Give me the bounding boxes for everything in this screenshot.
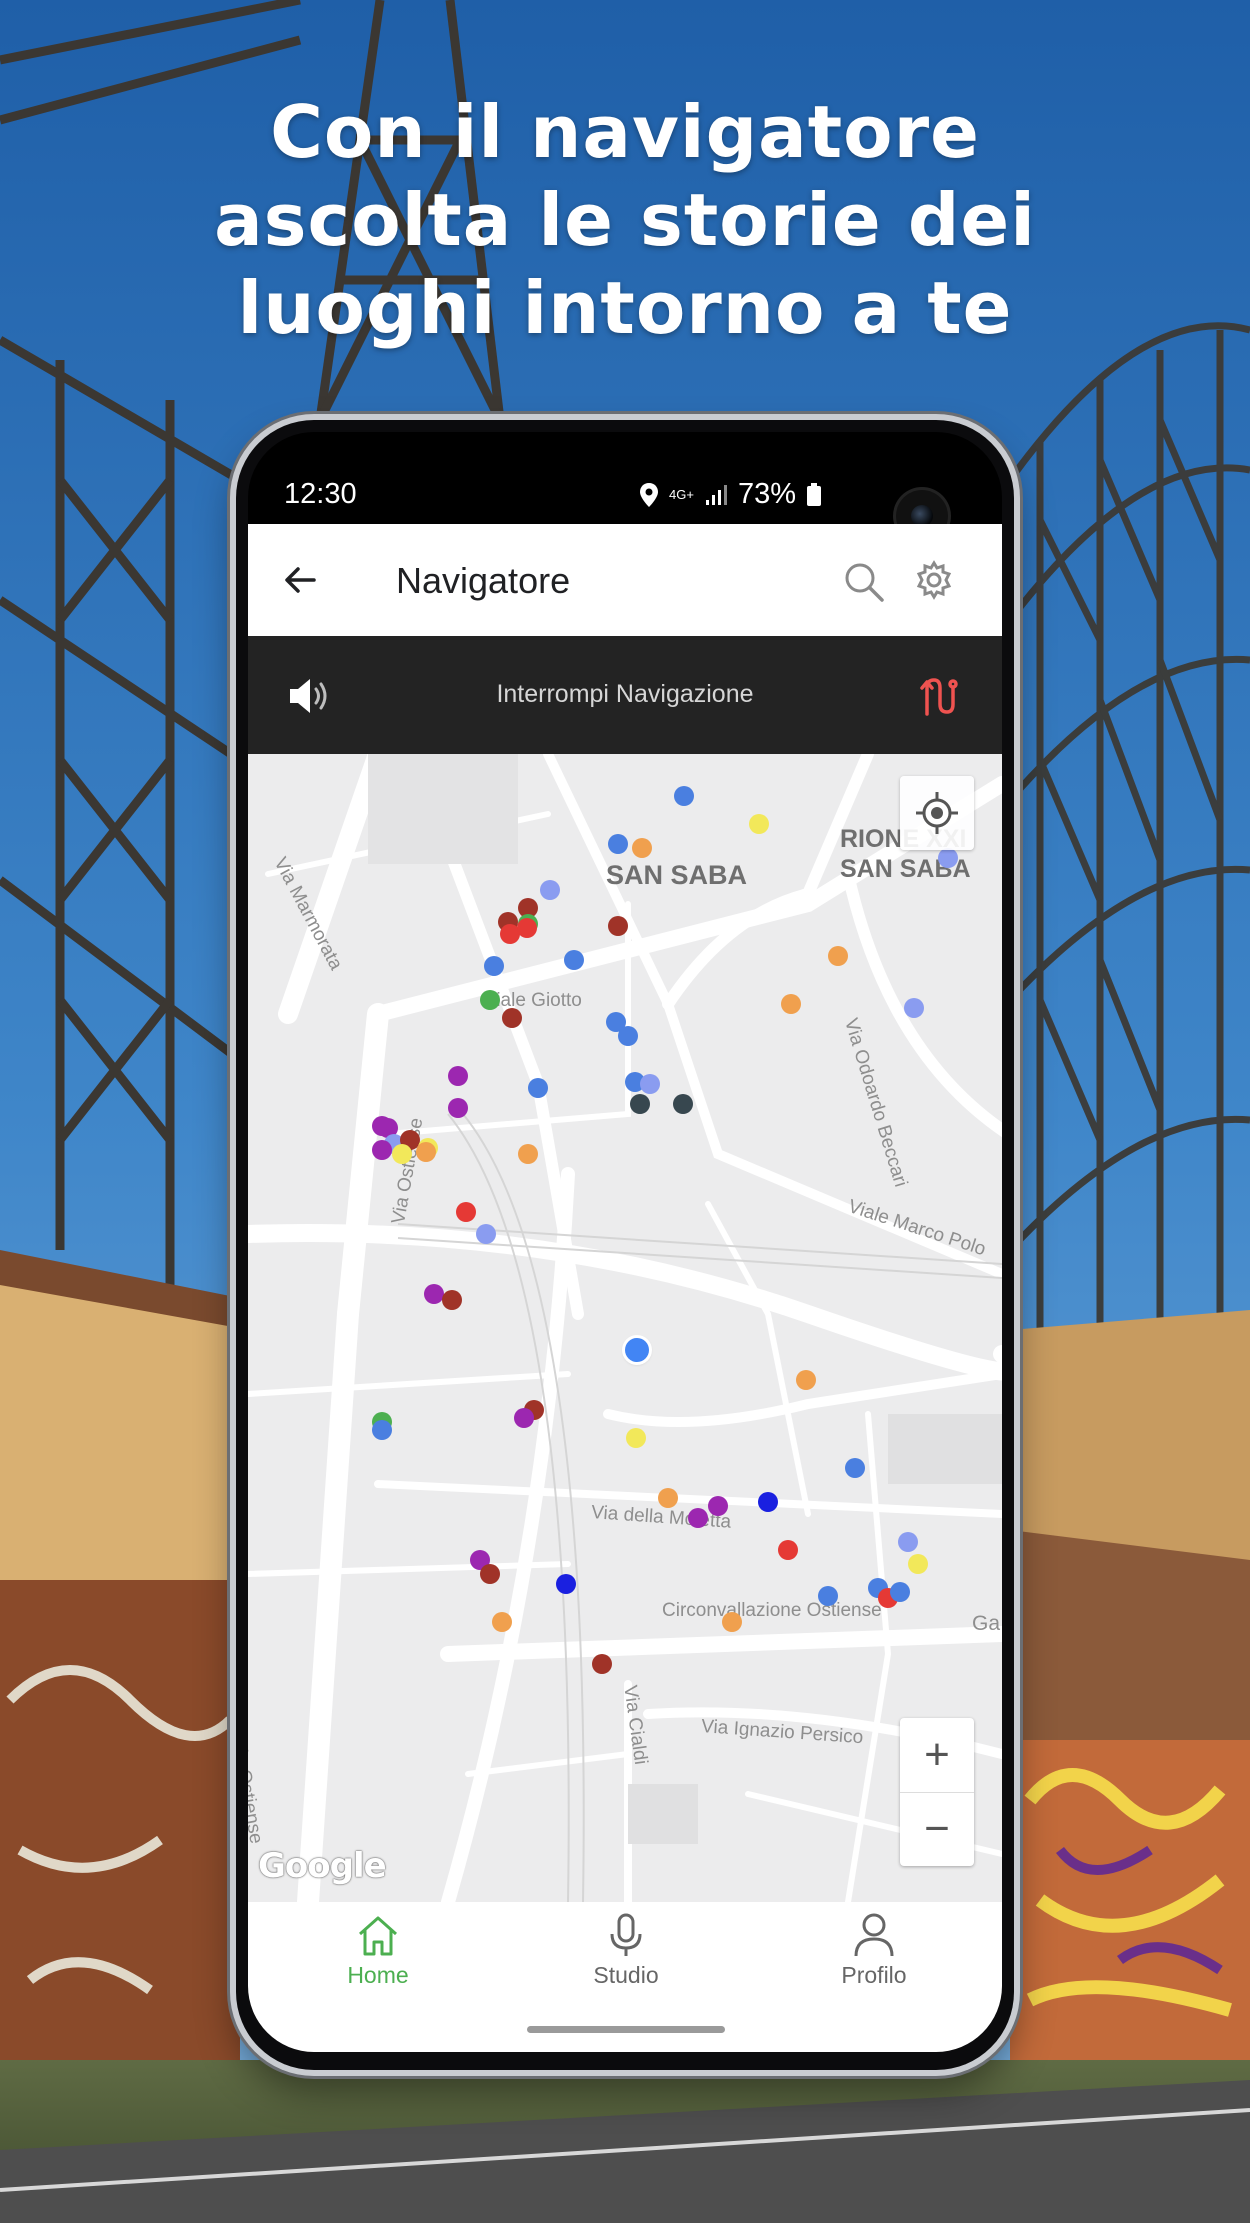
signal-icon	[705, 484, 727, 505]
poi-marker[interactable]	[938, 848, 958, 868]
phone-screen: 12:30 4G+ 73% Navigatore Interrompi Navi…	[248, 432, 1002, 2052]
poi-marker[interactable]	[828, 946, 848, 966]
tab-label: Home	[347, 1962, 409, 1988]
poi-marker[interactable]	[908, 1554, 928, 1574]
status-bar: 12:30 4G+ 73%	[248, 432, 1002, 542]
poi-marker[interactable]	[372, 1420, 392, 1440]
navigation-control-bar: Interrompi Navigazione	[248, 636, 1002, 754]
poi-marker[interactable]	[592, 1654, 612, 1674]
gesture-area	[248, 2014, 1002, 2052]
poi-marker[interactable]	[781, 994, 801, 1014]
poi-marker[interactable]	[749, 814, 769, 834]
poi-marker[interactable]	[758, 1492, 778, 1512]
promo-headline: Con il navigatore ascolta le storie dei …	[0, 88, 1250, 352]
poi-marker[interactable]	[518, 1144, 538, 1164]
poi-marker[interactable]	[424, 1284, 444, 1304]
poi-marker[interactable]	[416, 1142, 436, 1162]
current-location-marker	[625, 1338, 649, 1362]
gear-icon[interactable]	[914, 560, 954, 600]
poi-marker[interactable]	[708, 1496, 728, 1516]
poi-marker[interactable]	[556, 1574, 576, 1594]
poi-marker[interactable]	[618, 1026, 638, 1046]
back-button[interactable]	[278, 558, 322, 602]
map-view[interactable]: Via Marmorata Viale Giotto Via Ostiense …	[248, 754, 1002, 1902]
poi-marker[interactable]	[688, 1508, 708, 1528]
poi-marker[interactable]	[392, 1144, 412, 1164]
tab-studio[interactable]: Studio	[526, 1912, 726, 1989]
poi-marker[interactable]	[502, 1008, 522, 1028]
poi-marker[interactable]	[480, 990, 500, 1010]
google-attribution: Google	[258, 1846, 387, 1886]
district-label: SAN SABA	[606, 860, 748, 890]
tab-label: Profilo	[841, 1962, 907, 1988]
poi-marker[interactable]	[904, 998, 924, 1018]
headline-line-2: ascolta le storie dei	[214, 178, 1036, 262]
poi-marker[interactable]	[845, 1458, 865, 1478]
poi-marker[interactable]	[626, 1428, 646, 1448]
headline-line-3: luoghi intorno a te	[237, 266, 1013, 350]
battery-percent: 73%	[737, 478, 796, 510]
status-time: 12:30	[284, 478, 357, 510]
poi-marker[interactable]	[674, 786, 694, 806]
poi-marker[interactable]	[890, 1582, 910, 1602]
poi-marker[interactable]	[608, 916, 628, 936]
poi-marker[interactable]	[448, 1066, 468, 1086]
poi-marker[interactable]	[796, 1370, 816, 1390]
battery-icon	[807, 482, 821, 506]
app-bar: Navigatore	[248, 524, 1002, 636]
page-title: Navigatore	[396, 560, 571, 601]
poi-marker[interactable]	[658, 1488, 678, 1508]
my-location-icon	[916, 792, 958, 834]
zoom-in-button[interactable]: +	[900, 1718, 974, 1793]
poi-marker[interactable]	[480, 1564, 500, 1584]
poi-marker[interactable]	[476, 1224, 496, 1244]
poi-marker[interactable]	[640, 1074, 660, 1094]
poi-marker[interactable]	[372, 1116, 392, 1136]
poi-marker[interactable]	[818, 1586, 838, 1606]
poi-marker[interactable]	[517, 918, 537, 938]
search-icon[interactable]	[842, 560, 886, 604]
poi-marker[interactable]	[778, 1540, 798, 1560]
bottom-navigation: Home Studio Profilo	[248, 1902, 1002, 2014]
street-label: Ga	[972, 1612, 1001, 1635]
location-pin-icon	[640, 482, 659, 507]
home-indicator	[527, 2026, 725, 2033]
poi-marker[interactable]	[673, 1094, 693, 1114]
poi-marker[interactable]	[608, 834, 628, 854]
poi-marker[interactable]	[484, 956, 504, 976]
stop-navigation-button[interactable]: Interrompi Navigazione	[248, 680, 1002, 709]
poi-marker[interactable]	[456, 1202, 476, 1222]
zoom-out-button[interactable]: −	[900, 1792, 974, 1866]
tab-label: Studio	[593, 1962, 659, 1988]
street-label: Circonvallazione Ostiense	[662, 1600, 882, 1621]
poi-marker[interactable]	[372, 1140, 392, 1160]
microphone-icon	[610, 1913, 642, 1956]
poi-marker[interactable]	[514, 1408, 534, 1428]
phone-frame: 12:30 4G+ 73% Navigatore Interrompi Navi…	[236, 420, 1014, 2070]
poi-marker[interactable]	[492, 1612, 512, 1632]
poi-marker[interactable]	[630, 1094, 650, 1114]
poi-marker[interactable]	[442, 1290, 462, 1310]
poi-marker[interactable]	[898, 1532, 918, 1552]
home-icon	[359, 1916, 397, 1956]
zoom-controls: + −	[900, 1718, 974, 1866]
my-location-button[interactable]	[900, 776, 974, 850]
status-icons: 4G+ 73%	[639, 478, 822, 511]
network-type: 4G+	[669, 487, 694, 502]
poi-marker[interactable]	[448, 1098, 468, 1118]
route-icon[interactable]	[918, 674, 958, 718]
person-icon	[854, 1913, 894, 1957]
poi-marker[interactable]	[528, 1078, 548, 1098]
tab-profile[interactable]: Profilo	[774, 1912, 974, 1989]
poi-marker[interactable]	[540, 880, 560, 900]
poi-marker[interactable]	[632, 838, 652, 858]
headline-line-1: Con il navigatore	[270, 90, 980, 174]
poi-marker[interactable]	[722, 1612, 742, 1632]
poi-marker[interactable]	[564, 950, 584, 970]
tab-home[interactable]: Home	[278, 1912, 478, 1989]
